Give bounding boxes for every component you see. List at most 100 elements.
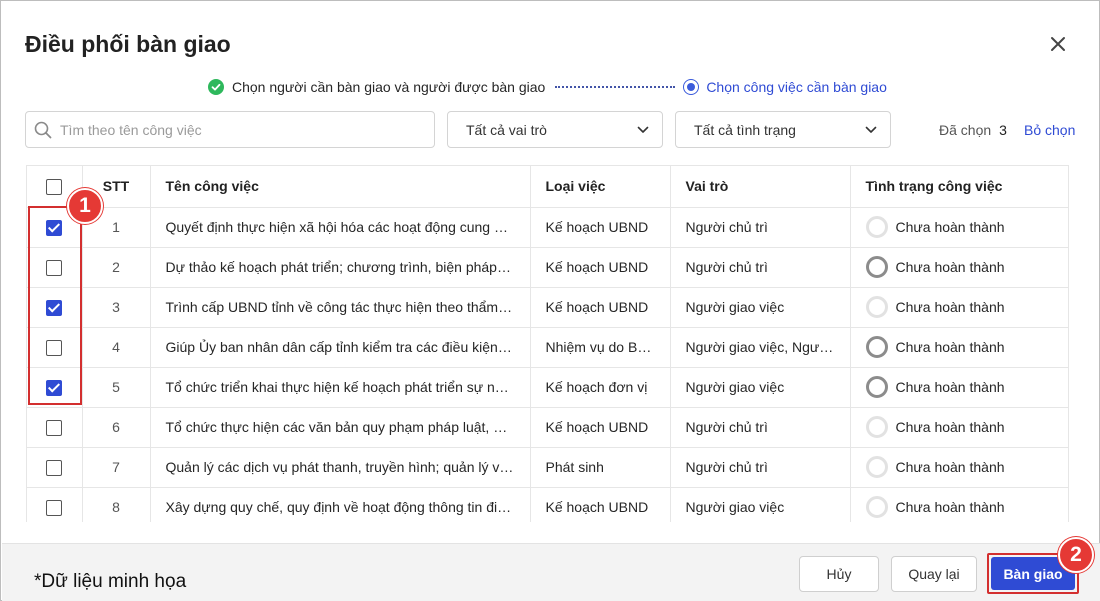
task-table: STT Tên công việc Loại việc Vai trò Tình… bbox=[26, 165, 1069, 522]
step-connector bbox=[555, 86, 676, 88]
row-task-type: Kế hoạch UBND bbox=[530, 487, 671, 522]
row-task-type: Kế hoạch UBND bbox=[530, 247, 671, 288]
header-name: Tên công việc bbox=[150, 166, 531, 208]
row-task-name: Dự thảo kế hoạch phát triển; chương trìn… bbox=[150, 247, 531, 288]
back-button[interactable]: Quay lại bbox=[891, 556, 977, 592]
row-checkbox-cell[interactable] bbox=[27, 367, 83, 408]
row-stt: 4 bbox=[82, 327, 151, 368]
status-ring-icon bbox=[865, 296, 888, 318]
row-checkbox[interactable] bbox=[46, 459, 63, 476]
row-task-name: Quyết định thực hiện xã hội hóa các hoạt… bbox=[150, 207, 531, 248]
row-status-cell: Chưa hoàn thành bbox=[850, 207, 1068, 248]
row-checkbox-cell[interactable] bbox=[27, 407, 83, 448]
illustration-note: *Dữ liệu minh họa bbox=[34, 571, 187, 592]
row-status: Chưa hoàn thành bbox=[895, 259, 1005, 275]
table-row[interactable]: 2 Dự thảo kế hoạch phát triển; chương trì… bbox=[27, 247, 1068, 288]
row-checkbox[interactable] bbox=[46, 339, 63, 356]
header-status: Tình trạng công việc bbox=[850, 166, 1068, 208]
search-box[interactable] bbox=[25, 111, 435, 148]
header-role: Vai trò bbox=[670, 166, 851, 208]
row-task-name: Giúp Ủy ban nhân dân cấp tỉnh kiểm tra c… bbox=[150, 327, 531, 368]
row-checkbox[interactable] bbox=[46, 499, 63, 516]
row-task-type: Kế hoạch UBND bbox=[530, 207, 671, 248]
row-task-name: Xây dựng quy chế, quy định về hoạt động … bbox=[150, 487, 531, 522]
row-checkbox-cell[interactable] bbox=[27, 487, 83, 522]
row-role: Người giao việc, Người chủ trì bbox=[670, 327, 851, 368]
status-ring-icon bbox=[865, 336, 888, 358]
role-select-value: Tất cả vai trò bbox=[466, 121, 547, 138]
row-task-type: Nhiệm vụ do Bộ giao bbox=[530, 327, 671, 368]
selected-info: Đã chọn 3 bbox=[939, 122, 1007, 138]
dialog-title: Điều phối bàn giao bbox=[25, 31, 231, 57]
step-2-label[interactable]: Chọn công việc cần bàn giao bbox=[706, 79, 887, 95]
step-1-label[interactable]: Chọn người cần bàn giao và người được bà… bbox=[232, 79, 545, 95]
row-task-type: Kế hoạch UBND bbox=[530, 407, 671, 448]
table-row[interactable]: 5 Tổ chức triển khai thực hiện kế hoạch p… bbox=[27, 367, 1068, 408]
row-task-type: Kế hoạch đơn vị bbox=[530, 367, 671, 408]
row-role: Người chủ trì bbox=[670, 207, 851, 248]
search-icon bbox=[34, 121, 52, 138]
search-input[interactable] bbox=[60, 121, 420, 138]
row-role: Người giao việc bbox=[670, 367, 851, 408]
row-role: Người giao việc bbox=[670, 287, 851, 328]
status-ring-icon bbox=[865, 216, 888, 238]
table-row[interactable]: 8 Xây dựng quy chế, quy định về hoạt động… bbox=[27, 487, 1068, 522]
row-status: Chưa hoàn thành bbox=[895, 299, 1005, 315]
status-ring-icon bbox=[865, 456, 888, 478]
row-role: Người chủ trì bbox=[670, 447, 851, 488]
status-select[interactable]: Tất cả tình trạng bbox=[675, 111, 891, 148]
row-status-cell: Chưa hoàn thành bbox=[850, 487, 1068, 522]
status-ring-icon bbox=[865, 256, 888, 278]
row-stt: 3 bbox=[82, 287, 151, 328]
status-select-value: Tất cả tình trạng bbox=[694, 121, 796, 138]
row-task-type: Phát sinh bbox=[530, 447, 671, 488]
row-task-name: Quản lý các dịch vụ phát thanh, truyền h… bbox=[150, 447, 531, 488]
row-task-type: Kế hoạch UBND bbox=[530, 287, 671, 328]
chevron-down-icon bbox=[865, 126, 877, 133]
row-status: Chưa hoàn thành bbox=[895, 459, 1005, 475]
table-row[interactable]: 7 Quản lý các dịch vụ phát thanh, truyền … bbox=[27, 447, 1068, 488]
row-checkbox-cell[interactable] bbox=[27, 247, 83, 288]
row-role: Người chủ trì bbox=[670, 247, 851, 288]
row-stt: 5 bbox=[82, 367, 151, 408]
close-icon[interactable] bbox=[1047, 33, 1069, 55]
row-checkbox-cell[interactable] bbox=[27, 327, 83, 368]
row-stt: 6 bbox=[82, 407, 151, 448]
selected-count: 3 bbox=[999, 122, 1007, 138]
table-row[interactable]: 6 Tổ chức thực hiện các văn bản quy phạm … bbox=[27, 407, 1068, 448]
stepper: Chọn người cần bàn giao và người được bà… bbox=[208, 77, 887, 97]
step-badge-2: 2 bbox=[1058, 537, 1094, 573]
select-all-checkbox[interactable] bbox=[46, 178, 63, 195]
radio-active-icon bbox=[683, 79, 700, 95]
row-checkbox-cell[interactable] bbox=[27, 447, 83, 488]
row-checkbox[interactable] bbox=[46, 219, 63, 236]
step-badge-1: 1 bbox=[67, 188, 103, 224]
row-checkbox[interactable] bbox=[46, 299, 63, 316]
status-ring-icon bbox=[865, 376, 888, 398]
row-checkbox-cell[interactable] bbox=[27, 287, 83, 328]
row-checkbox[interactable] bbox=[46, 419, 63, 436]
row-stt: 7 bbox=[82, 447, 151, 488]
table-header-row: STT Tên công việc Loại việc Vai trò Tình… bbox=[27, 166, 1068, 208]
table-row[interactable]: 3 Trình cấp UBND tỉnh về công tác thực hi… bbox=[27, 287, 1068, 328]
row-status: Chưa hoàn thành bbox=[895, 419, 1005, 435]
check-circle-icon bbox=[208, 79, 224, 95]
selected-label: Đã chọn bbox=[939, 122, 992, 138]
deselect-link[interactable]: Bỏ chọn bbox=[1024, 122, 1075, 138]
status-ring-icon bbox=[865, 496, 888, 518]
row-role: Người chủ trì bbox=[670, 407, 851, 448]
row-status: Chưa hoàn thành bbox=[895, 219, 1005, 235]
role-select[interactable]: Tất cả vai trò bbox=[447, 111, 663, 148]
table-row[interactable]: 4 Giúp Ủy ban nhân dân cấp tỉnh kiểm tra … bbox=[27, 327, 1068, 368]
header-type: Loại việc bbox=[530, 166, 671, 208]
row-stt: 2 bbox=[82, 247, 151, 288]
row-status: Chưa hoàn thành bbox=[895, 339, 1005, 355]
cancel-button[interactable]: Hủy bbox=[799, 556, 879, 592]
row-task-name: Tổ chức triển khai thực hiện kế hoạch ph… bbox=[150, 367, 531, 408]
table-row[interactable]: 1 Quyết định thực hiện xã hội hóa các hoạ… bbox=[27, 207, 1068, 248]
row-checkbox[interactable] bbox=[46, 379, 63, 396]
status-ring-icon bbox=[865, 416, 888, 438]
row-checkbox[interactable] bbox=[46, 259, 63, 276]
row-status: Chưa hoàn thành bbox=[895, 499, 1005, 515]
row-task-name: Tổ chức thực hiện các văn bản quy phạm p… bbox=[150, 407, 531, 448]
